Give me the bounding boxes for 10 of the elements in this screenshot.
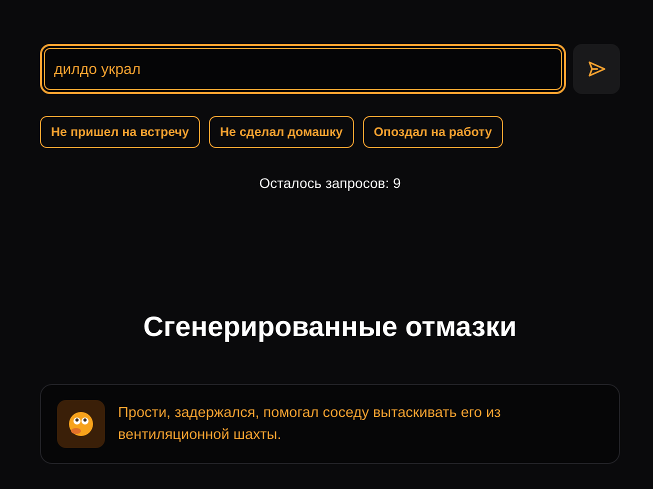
suggestion-chip[interactable]: Не сделал домашку bbox=[209, 116, 354, 148]
remaining-count: Осталось запросов: 9 bbox=[258, 175, 402, 191]
suggestion-chip[interactable]: Опоздал на работу bbox=[362, 116, 503, 148]
section-heading: Сгенерированные отмазки bbox=[142, 311, 518, 343]
emoji-icon bbox=[57, 400, 105, 448]
send-icon bbox=[586, 59, 606, 79]
excuse-text: Прости, задержался, помогал соседу вытаскивать его из вентиляционной шахты. bbox=[118, 404, 502, 445]
suggestion-chip[interactable]: Не пришел на встречу bbox=[40, 116, 200, 148]
send-button[interactable] bbox=[573, 44, 620, 94]
excuse-input[interactable]: дилдо украл bbox=[40, 44, 566, 94]
